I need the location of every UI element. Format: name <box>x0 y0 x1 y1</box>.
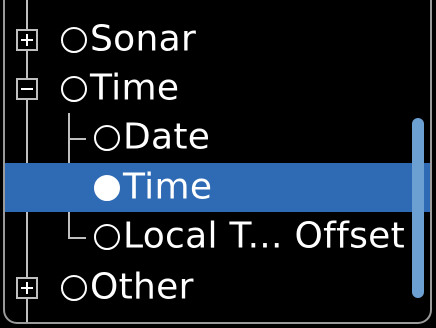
tree-item-label: Time <box>90 66 180 108</box>
tree-item-sonar[interactable]: Sonar <box>5 15 430 64</box>
radio-filled-icon[interactable] <box>94 174 120 201</box>
radio-empty-icon[interactable] <box>94 223 120 250</box>
tree-item-label: Date <box>123 115 211 157</box>
radio-empty-icon[interactable] <box>61 75 87 102</box>
tree-item-local-offset[interactable]: Local T... Offset <box>5 212 430 261</box>
tree-item-other[interactable]: Other <box>5 263 430 312</box>
radio-empty-icon[interactable] <box>61 26 87 53</box>
tree-item-label: Time <box>123 165 213 207</box>
scrollbar[interactable] <box>412 118 424 298</box>
menu-frame: Sonar Time Date Time Local T... Offset O… <box>3 0 432 324</box>
expand-plus-icon[interactable] <box>16 28 38 51</box>
tree-item-date[interactable]: Date <box>5 113 430 162</box>
radio-empty-icon[interactable] <box>61 274 87 301</box>
scrollbar-thumb[interactable] <box>412 118 424 298</box>
collapse-minus-icon[interactable] <box>16 77 38 100</box>
radio-empty-icon[interactable] <box>94 124 120 151</box>
tree-item-label: Local T... Offset <box>123 214 406 256</box>
tree-item-label: Sonar <box>90 17 197 59</box>
tree-item-label: Other <box>90 265 194 307</box>
expand-plus-icon[interactable] <box>16 276 38 299</box>
settings-tree: Sonar Time Date Time Local T... Offset O… <box>5 0 430 322</box>
tree-item-time-group[interactable]: Time <box>5 64 430 113</box>
tree-item-time-selected[interactable]: Time <box>5 163 430 212</box>
